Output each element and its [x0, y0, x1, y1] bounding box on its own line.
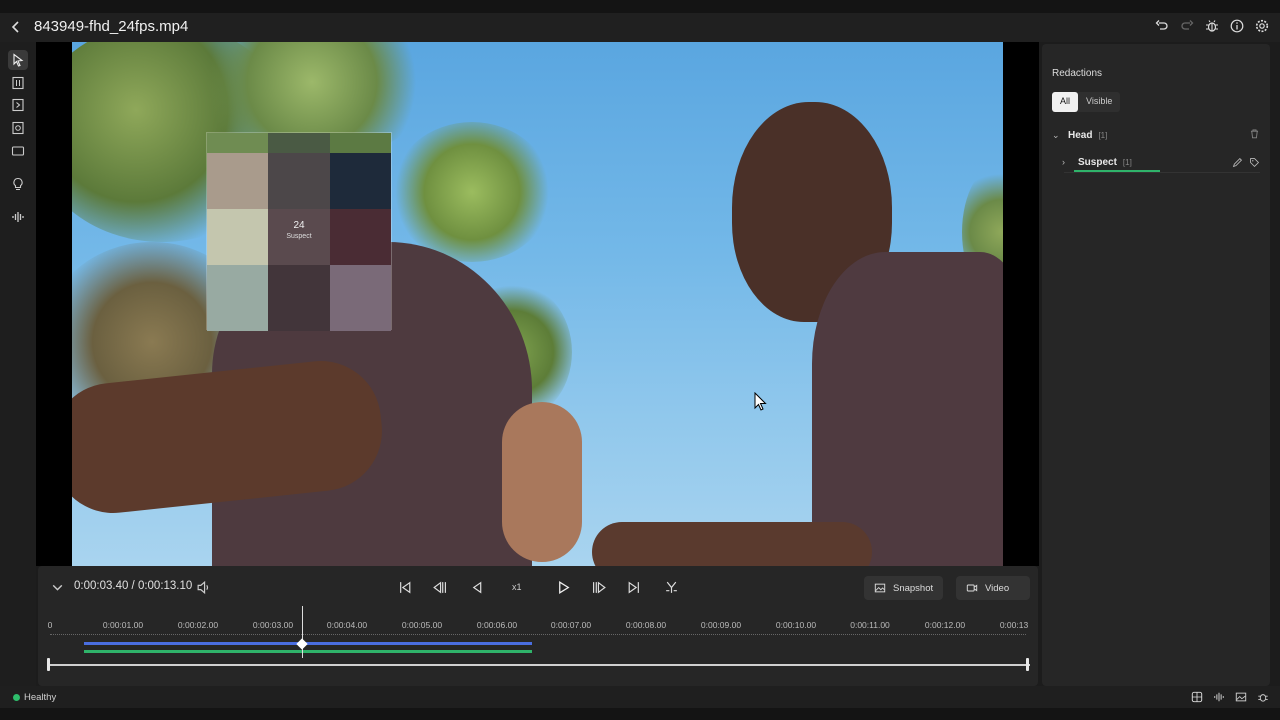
ruler-ticks — [50, 634, 1026, 635]
bug-report-icon[interactable] — [1256, 690, 1270, 704]
group-name: Head — [1068, 129, 1093, 141]
redo-icon[interactable] — [1179, 18, 1195, 34]
redaction-name: Suspect — [286, 233, 312, 240]
item-count: [1] — [1122, 157, 1132, 167]
tick-label: 0:00:02.00 — [177, 620, 219, 630]
filter-visible-tab[interactable]: Visible — [1078, 92, 1120, 112]
tick-label: 0:00:05.00 — [401, 620, 443, 630]
scrub-start-handle[interactable] — [47, 658, 50, 671]
back-icon[interactable] — [9, 19, 23, 35]
playback-panel: 0:00:03.40 / 0:00:13.10 x1 Snapshot Vide… — [38, 566, 1038, 686]
skip-end-icon[interactable] — [624, 578, 642, 596]
tick-label: 0:00:11.00 — [850, 620, 890, 630]
redaction-filter: All Visible — [1052, 92, 1121, 112]
video-label: Video — [985, 582, 1010, 594]
audio-waveform-icon[interactable] — [8, 207, 28, 227]
next-frame-icon[interactable] — [590, 578, 608, 596]
tick-label: 0:00:10.00 — [775, 620, 817, 630]
bracket-select-icon[interactable] — [8, 73, 28, 93]
redactions-panel: Redactions All Visible ⌄ Head [1] › Susp… — [1042, 44, 1270, 686]
rectangle-icon[interactable] — [8, 141, 28, 161]
tool-sidebar — [0, 42, 36, 686]
redaction-id: 24 — [293, 220, 305, 231]
snapshot-button[interactable]: Snapshot — [864, 576, 944, 600]
video-frame[interactable]: 24 Suspect — [72, 42, 1003, 566]
crop-trim-icon[interactable] — [662, 578, 680, 596]
scrub-end-handle[interactable] — [1026, 658, 1029, 671]
step-back-icon[interactable] — [468, 578, 486, 596]
play-icon[interactable] — [554, 578, 572, 596]
tick-label: 0:00:04.00 — [326, 620, 368, 630]
forward-track-icon[interactable] — [8, 95, 28, 115]
tick-label: 0:00:03.00 — [252, 620, 294, 630]
image-view-icon[interactable] — [1234, 690, 1248, 704]
row-divider — [1064, 172, 1260, 173]
group-row-head[interactable]: ⌄ Head [1] — [1052, 124, 1260, 146]
tick-label: 0:00:13 — [999, 620, 1029, 630]
health-status-dot — [13, 694, 20, 701]
face-detect-icon[interactable] — [8, 118, 28, 138]
lightbulb-icon[interactable] — [8, 174, 28, 194]
collapse-chevron-icon[interactable] — [48, 578, 66, 596]
tick-label: 0:00:07.00 — [550, 620, 592, 630]
prev-frame-icon[interactable] — [430, 578, 448, 596]
title-bar: 843949-fhd_24fps.mp4 — [0, 0, 1280, 42]
trash-icon[interactable] — [1249, 128, 1260, 142]
settings-icon[interactable] — [1254, 18, 1270, 34]
redaction-label: 24 Suspect — [206, 220, 392, 242]
tick-label: 0:00:12.00 — [924, 620, 966, 630]
chevron-right-icon[interactable]: › — [1062, 157, 1070, 167]
window-bottom-edge — [0, 708, 1280, 720]
file-title: 843949-fhd_24fps.mp4 — [34, 18, 189, 35]
tick-label: 0:00:08.00 — [625, 620, 667, 630]
filter-all-tab[interactable]: All — [1052, 92, 1079, 112]
pencil-icon[interactable] — [1232, 157, 1243, 168]
tag-icon[interactable] — [1249, 157, 1260, 168]
timeline-ruler[interactable]: 0 0:00:01.00 0:00:02.00 0:00:03.00 0:00:… — [48, 618, 1028, 638]
pointer-icon[interactable] — [8, 50, 28, 70]
panel-title: Redactions — [1052, 68, 1103, 79]
scrub-bar[interactable] — [48, 664, 1030, 666]
chevron-down-icon[interactable]: ⌄ — [1052, 130, 1060, 141]
video-camera-icon — [966, 584, 978, 592]
tick-label: 0:00:06.00 — [476, 620, 518, 630]
health-status: Healthy — [24, 692, 57, 703]
playback-speed[interactable]: x1 — [512, 582, 522, 592]
waveform-icon[interactable] — [1212, 690, 1226, 704]
mouse-cursor-icon — [754, 392, 767, 411]
video-canvas[interactable]: 24 Suspect — [36, 42, 1039, 566]
volume-icon[interactable] — [194, 578, 212, 596]
layout-grid-icon[interactable] — [1190, 690, 1204, 704]
video-export-button[interactable]: Video — [956, 576, 1030, 600]
group-count: [1] — [1098, 130, 1108, 140]
skip-start-icon[interactable] — [396, 578, 414, 596]
image-icon — [874, 583, 886, 593]
redaction-track-green[interactable] — [84, 650, 532, 653]
undo-icon[interactable] — [1154, 18, 1170, 34]
snapshot-label: Snapshot — [893, 582, 934, 594]
time-readout: 0:00:03.40 / 0:00:13.10 — [74, 580, 193, 592]
info-icon[interactable] — [1229, 18, 1245, 34]
bug-icon[interactable] — [1204, 18, 1220, 34]
tick-label: 0:00:01.00 — [102, 620, 144, 630]
status-bar: Healthy — [0, 686, 1280, 708]
item-name: Suspect — [1078, 156, 1117, 168]
tick-label: 0:00:09.00 — [700, 620, 742, 630]
playhead-marker[interactable] — [296, 638, 308, 650]
playhead[interactable] — [302, 606, 303, 658]
tick-label: 0 — [47, 620, 53, 630]
